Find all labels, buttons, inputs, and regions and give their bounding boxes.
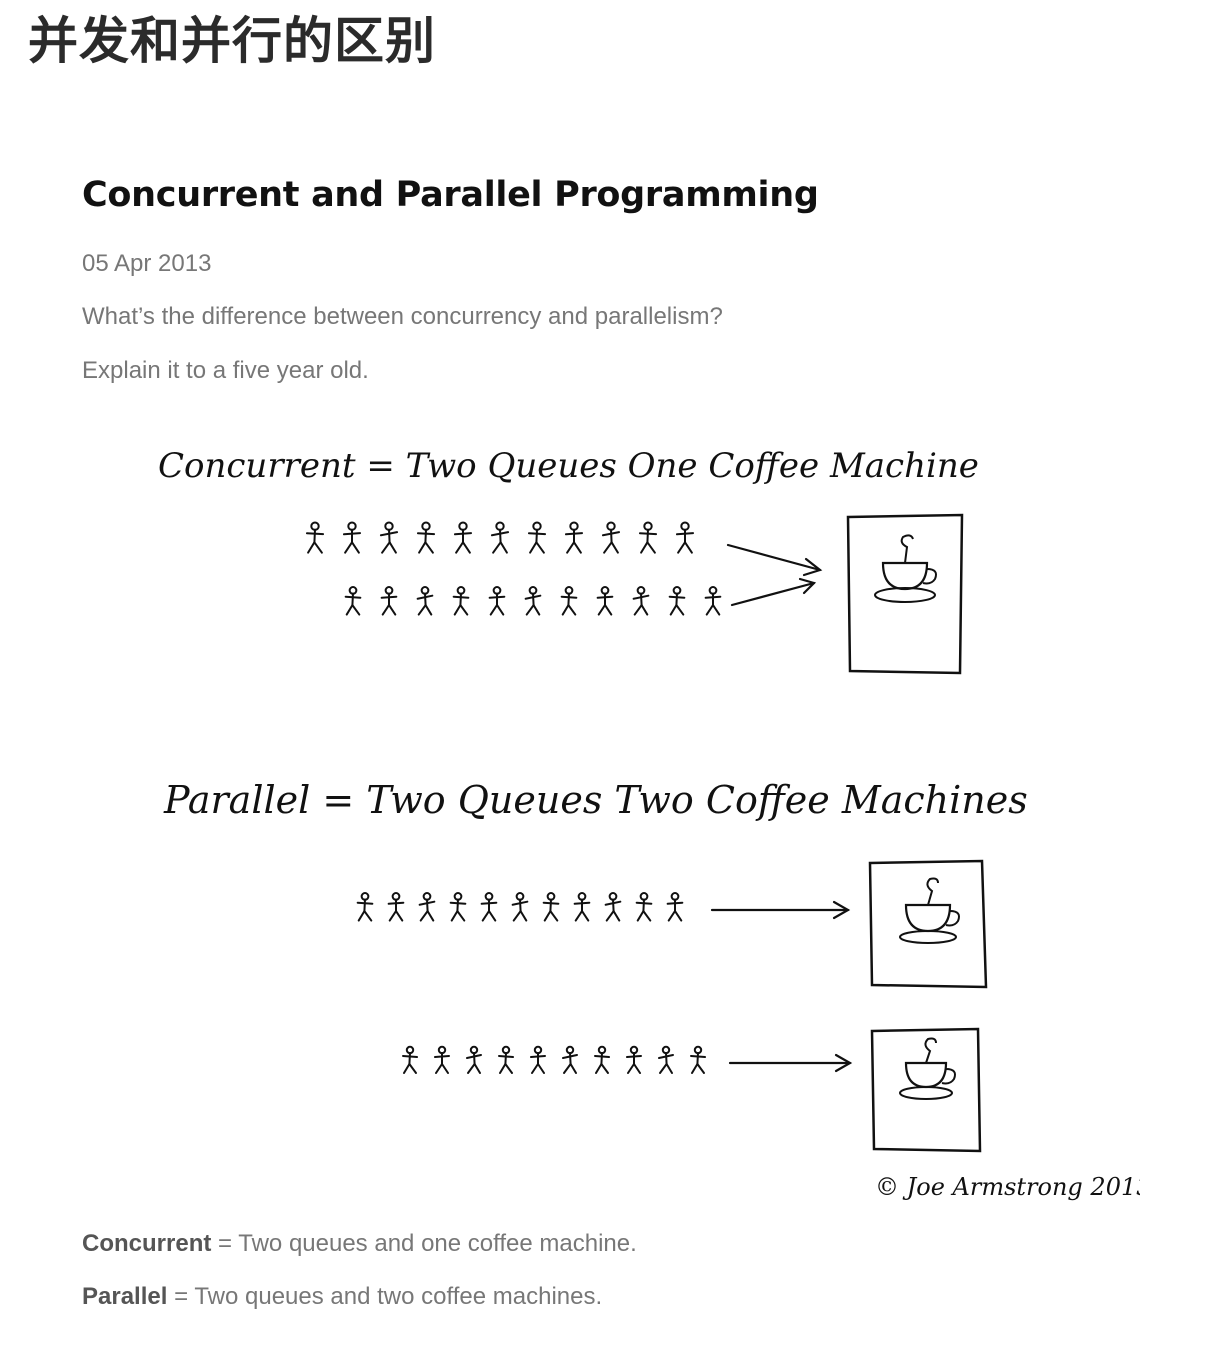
coffee-cup-icon [874,534,937,603]
stick-figure [380,586,398,616]
parallel-arrows [710,900,853,1073]
stick-figure [511,892,529,922]
stick-figure [638,521,658,554]
stick-figure [690,1045,706,1074]
stick-figure [379,521,399,554]
stick-figure [342,521,362,554]
stick-figure [434,1045,450,1074]
stick-figure [527,521,547,554]
stick-figure [449,892,467,922]
illustration-credit: © Joe Armstrong 2013 [875,1173,1140,1201]
parallel-queue-2 [402,1045,706,1074]
stick-figure [530,1045,546,1074]
stick-figure [573,892,591,922]
stick-figure [344,586,362,616]
illustration-svg: Concurrent = Two Queues One Coffee Machi… [158,446,1140,1201]
stick-figure [596,586,614,616]
stick-figure [542,892,560,922]
footnote-concurrent-term: Concurrent [82,1230,212,1257]
stick-figure [601,521,621,554]
stick-figure [488,586,506,616]
footnote-parallel-term: Parallel [82,1283,168,1310]
coffee-cup-icon [899,877,960,944]
stick-figure [387,892,405,922]
stick-figure [402,1045,418,1074]
stick-figure [498,1045,514,1074]
stick-figure [418,892,436,922]
stick-figure [668,586,686,616]
article-question: What’s the difference between concurrenc… [82,303,723,330]
arrow-lower-line [730,581,816,607]
concurrent-arrows [726,543,823,607]
stick-figure [635,892,653,922]
stick-figure [305,521,325,554]
concurrent-queue-1 [305,521,695,554]
coffee-machine-concurrent [846,513,964,675]
stick-figure [594,1045,610,1074]
coffee-machine-parallel-1 [868,859,988,989]
stick-figure [632,586,650,616]
article-date: 05 Apr 2013 [82,250,212,277]
stick-figure [466,1045,482,1074]
footnote-concurrent-definition: = Two queues and one coffee machine. [211,1230,637,1257]
footnote-parallel: Parallel = Two queues and two coffee mac… [82,1283,602,1311]
concurrency-illustration: Concurrent = Two Queues One Coffee Machi… [100,425,1140,1225]
stick-figure [626,1045,642,1074]
stick-figure [480,892,498,922]
coffee-machine-parallel-2 [870,1027,982,1153]
article: Concurrent and Parallel Programming 05 A… [82,170,1162,384]
stick-figure [658,1045,674,1074]
stick-figure [675,521,695,554]
stick-figure [356,892,374,922]
arrow-upper-line [726,543,822,572]
stick-figure [452,586,470,616]
footnote-parallel-definition: = Two queues and two coffee machines. [167,1283,603,1310]
stick-figure [604,892,622,922]
stick-figure [524,586,542,616]
stick-figure [562,1045,578,1074]
parallel-caption: Parallel = Two Queues Two Coffee Machine… [163,778,1028,822]
coffee-cup-icon [899,1037,956,1100]
parallel-queue-1 [356,892,684,922]
stick-figure [560,586,578,616]
stick-figure [564,521,584,554]
stick-figure [416,586,434,616]
stick-figure [666,892,684,922]
article-prompt: Explain it to a five year old. [82,357,369,384]
footnote-concurrent: Concurrent = Two queues and one coffee m… [82,1230,637,1258]
concurrent-queue-2 [344,586,722,616]
stick-figure [704,586,722,616]
page-heading: 并发和并行的区别 [28,12,436,70]
stick-figure [416,521,436,554]
stick-figure [490,521,510,554]
concurrent-caption: Concurrent = Two Queues One Coffee Machi… [158,446,979,486]
stick-figure [453,521,473,554]
article-title: Concurrent and Parallel Programming [82,175,819,215]
